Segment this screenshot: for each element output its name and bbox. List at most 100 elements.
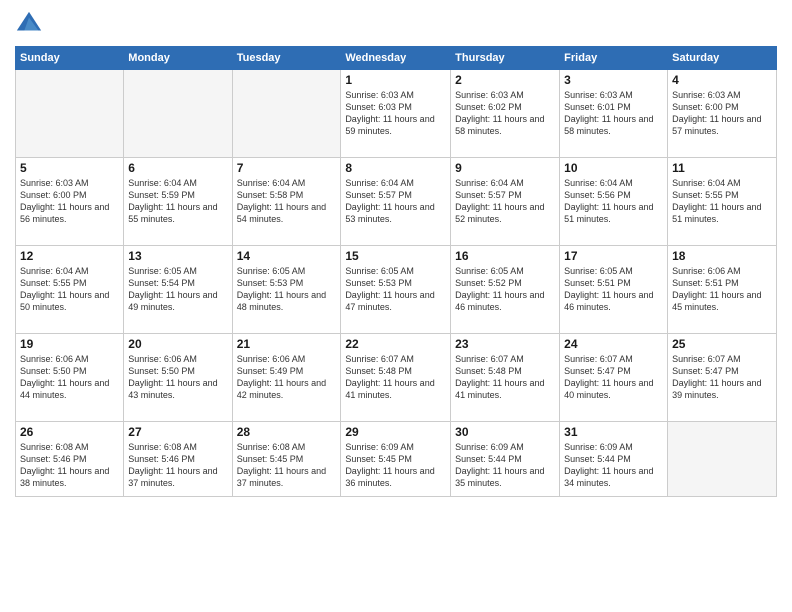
day-info: Sunrise: 6:08 AM Sunset: 5:46 PM Dayligh… [20, 441, 119, 490]
day-number: 31 [564, 425, 663, 439]
calendar-week-row: 1Sunrise: 6:03 AM Sunset: 6:03 PM Daylig… [16, 70, 777, 158]
day-info: Sunrise: 6:09 AM Sunset: 5:44 PM Dayligh… [455, 441, 555, 490]
calendar-cell: 7Sunrise: 6:04 AM Sunset: 5:58 PM Daylig… [232, 158, 341, 246]
header [15, 10, 777, 38]
calendar-cell: 26 Sunrise: 6:08 AM Sunset: 5:46 PM Dayli… [16, 422, 124, 497]
day-info: Sunrise: 6:04 AM Sunset: 5:57 PM Dayligh… [345, 177, 446, 226]
calendar-cell: 19Sunrise: 6:06 AM Sunset: 5:50 PM Dayli… [16, 334, 124, 422]
day-info: Sunrise: 6:08 AM Sunset: 5:46 PM Dayligh… [128, 441, 227, 490]
calendar-cell: 13 Sunrise: 6:05 AM Sunset: 5:54 PM Dayli… [124, 246, 232, 334]
calendar-cell: 9 Sunrise: 6:04 AM Sunset: 5:57 PM Daylig… [451, 158, 560, 246]
day-info: Sunrise: 6:04 AM Sunset: 5:59 PM Dayligh… [128, 177, 227, 226]
day-info: Sunrise: 6:03 AM Sunset: 6:03 PM Dayligh… [345, 89, 446, 138]
day-number: 27 [128, 425, 227, 439]
day-number: 10 [564, 161, 663, 175]
day-info: Sunrise: 6:04 AM Sunset: 5:57 PM Dayligh… [455, 177, 555, 226]
day-number: 12 [20, 249, 119, 263]
day-number: 30 [455, 425, 555, 439]
calendar-cell: 22 Sunrise: 6:07 AM Sunset: 5:48 PM Dayli… [341, 334, 451, 422]
day-info: Sunrise: 6:07 AM Sunset: 5:47 PM Dayligh… [672, 353, 772, 402]
day-number: 2 [455, 73, 555, 87]
day-number: 4 [672, 73, 772, 87]
calendar-week-row: 26 Sunrise: 6:08 AM Sunset: 5:46 PM Dayli… [16, 422, 777, 497]
calendar-cell: 3 Sunrise: 6:03 AM Sunset: 6:01 PM Daylig… [560, 70, 668, 158]
day-info: Sunrise: 6:08 AM Sunset: 5:45 PM Dayligh… [237, 441, 337, 490]
calendar-cell: 17 Sunrise: 6:05 AM Sunset: 5:51 PM Dayli… [560, 246, 668, 334]
day-number: 21 [237, 337, 337, 351]
day-info: Sunrise: 6:05 AM Sunset: 5:54 PM Dayligh… [128, 265, 227, 314]
calendar-cell: 21 Sunrise: 6:06 AM Sunset: 5:49 PM Dayli… [232, 334, 341, 422]
calendar-cell: 27 Sunrise: 6:08 AM Sunset: 5:46 PM Dayli… [124, 422, 232, 497]
day-number: 28 [237, 425, 337, 439]
day-info: Sunrise: 6:03 AM Sunset: 6:00 PM Dayligh… [20, 177, 119, 226]
calendar-cell: 10 Sunrise: 6:04 AM Sunset: 5:56 PM Dayli… [560, 158, 668, 246]
calendar: Sunday Monday Tuesday Wednesday Thursday… [15, 46, 777, 497]
logo [15, 10, 47, 38]
day-info: Sunrise: 6:06 AM Sunset: 5:50 PM Dayligh… [20, 353, 119, 402]
day-number: 5 [20, 161, 119, 175]
calendar-cell: 30 Sunrise: 6:09 AM Sunset: 5:44 PM Dayli… [451, 422, 560, 497]
day-info: Sunrise: 6:07 AM Sunset: 5:47 PM Dayligh… [564, 353, 663, 402]
day-info: Sunrise: 6:04 AM Sunset: 5:58 PM Dayligh… [237, 177, 337, 226]
day-info: Sunrise: 6:07 AM Sunset: 5:48 PM Dayligh… [345, 353, 446, 402]
calendar-cell: 25 Sunrise: 6:07 AM Sunset: 5:47 PM Dayli… [668, 334, 777, 422]
day-info: Sunrise: 6:03 AM Sunset: 6:00 PM Dayligh… [672, 89, 772, 138]
day-info: Sunrise: 6:04 AM Sunset: 5:55 PM Dayligh… [20, 265, 119, 314]
day-number: 22 [345, 337, 446, 351]
calendar-cell: 2 Sunrise: 6:03 AM Sunset: 6:02 PM Daylig… [451, 70, 560, 158]
calendar-cell: 8Sunrise: 6:04 AM Sunset: 5:57 PM Daylig… [341, 158, 451, 246]
calendar-cell: 24 Sunrise: 6:07 AM Sunset: 5:47 PM Dayli… [560, 334, 668, 422]
day-number: 29 [345, 425, 446, 439]
page: Sunday Monday Tuesday Wednesday Thursday… [0, 0, 792, 612]
calendar-cell [232, 70, 341, 158]
day-info: Sunrise: 6:05 AM Sunset: 5:52 PM Dayligh… [455, 265, 555, 314]
day-info: Sunrise: 6:05 AM Sunset: 5:53 PM Dayligh… [345, 265, 446, 314]
day-number: 14 [237, 249, 337, 263]
header-thursday: Thursday [451, 47, 560, 70]
day-number: 13 [128, 249, 227, 263]
calendar-cell: 28 Sunrise: 6:08 AM Sunset: 5:45 PM Dayli… [232, 422, 341, 497]
day-number: 25 [672, 337, 772, 351]
calendar-cell: 31Sunrise: 6:09 AM Sunset: 5:44 PM Dayli… [560, 422, 668, 497]
day-info: Sunrise: 6:09 AM Sunset: 5:45 PM Dayligh… [345, 441, 446, 490]
day-info: Sunrise: 6:06 AM Sunset: 5:51 PM Dayligh… [672, 265, 772, 314]
day-number: 6 [128, 161, 227, 175]
day-number: 26 [20, 425, 119, 439]
day-info: Sunrise: 6:07 AM Sunset: 5:48 PM Dayligh… [455, 353, 555, 402]
calendar-cell: 4 Sunrise: 6:03 AM Sunset: 6:00 PM Daylig… [668, 70, 777, 158]
calendar-cell: 23 Sunrise: 6:07 AM Sunset: 5:48 PM Dayli… [451, 334, 560, 422]
calendar-cell: 14 Sunrise: 6:05 AM Sunset: 5:53 PM Dayli… [232, 246, 341, 334]
day-info: Sunrise: 6:05 AM Sunset: 5:51 PM Dayligh… [564, 265, 663, 314]
calendar-cell: 1Sunrise: 6:03 AM Sunset: 6:03 PM Daylig… [341, 70, 451, 158]
day-number: 24 [564, 337, 663, 351]
calendar-cell: 12 Sunrise: 6:04 AM Sunset: 5:55 PM Dayli… [16, 246, 124, 334]
calendar-week-row: 19Sunrise: 6:06 AM Sunset: 5:50 PM Dayli… [16, 334, 777, 422]
day-number: 16 [455, 249, 555, 263]
day-number: 3 [564, 73, 663, 87]
calendar-cell: 29 Sunrise: 6:09 AM Sunset: 5:45 PM Dayli… [341, 422, 451, 497]
day-number: 9 [455, 161, 555, 175]
day-number: 11 [672, 161, 772, 175]
day-info: Sunrise: 6:05 AM Sunset: 5:53 PM Dayligh… [237, 265, 337, 314]
calendar-cell: 16 Sunrise: 6:05 AM Sunset: 5:52 PM Dayli… [451, 246, 560, 334]
day-number: 17 [564, 249, 663, 263]
calendar-cell: 15 Sunrise: 6:05 AM Sunset: 5:53 PM Dayli… [341, 246, 451, 334]
calendar-cell [16, 70, 124, 158]
day-number: 20 [128, 337, 227, 351]
header-saturday: Saturday [668, 47, 777, 70]
day-number: 15 [345, 249, 446, 263]
calendar-cell: 11 Sunrise: 6:04 AM Sunset: 5:55 PM Dayli… [668, 158, 777, 246]
day-info: Sunrise: 6:04 AM Sunset: 5:56 PM Dayligh… [564, 177, 663, 226]
day-info: Sunrise: 6:04 AM Sunset: 5:55 PM Dayligh… [672, 177, 772, 226]
day-info: Sunrise: 6:06 AM Sunset: 5:49 PM Dayligh… [237, 353, 337, 402]
calendar-cell: 5 Sunrise: 6:03 AM Sunset: 6:00 PM Daylig… [16, 158, 124, 246]
day-number: 18 [672, 249, 772, 263]
header-friday: Friday [560, 47, 668, 70]
day-number: 23 [455, 337, 555, 351]
day-info: Sunrise: 6:03 AM Sunset: 6:01 PM Dayligh… [564, 89, 663, 138]
day-info: Sunrise: 6:03 AM Sunset: 6:02 PM Dayligh… [455, 89, 555, 138]
calendar-week-row: 12 Sunrise: 6:04 AM Sunset: 5:55 PM Dayli… [16, 246, 777, 334]
day-info: Sunrise: 6:06 AM Sunset: 5:50 PM Dayligh… [128, 353, 227, 402]
calendar-cell: 18 Sunrise: 6:06 AM Sunset: 5:51 PM Dayli… [668, 246, 777, 334]
weekday-header-row: Sunday Monday Tuesday Wednesday Thursday… [16, 47, 777, 70]
